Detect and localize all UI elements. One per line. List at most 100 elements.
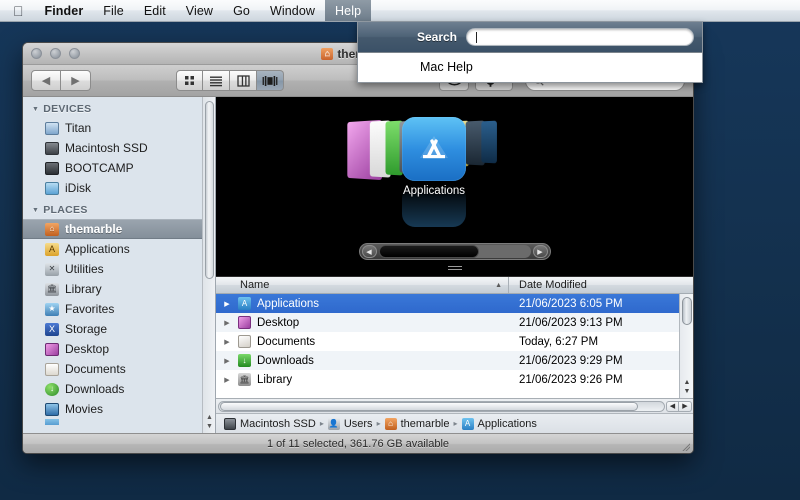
last-card[interactable] xyxy=(481,120,497,164)
help-search-input[interactable] xyxy=(466,28,694,46)
sidebar-scroll-arrows[interactable]: ▲ ▼ xyxy=(204,413,215,431)
column-header-name[interactable]: Name ▲ xyxy=(216,277,509,293)
sidebar-item-downloads[interactable]: ↓ Downloads xyxy=(23,379,215,399)
menu-label: File xyxy=(92,3,123,18)
file-list-header: Name ▲ Date Modified xyxy=(216,277,693,294)
sidebar-item-partial[interactable] xyxy=(23,419,215,425)
sidebar-section-devices-header[interactable]: ▼ DEVICES xyxy=(23,100,215,118)
scroll-up-icon[interactable]: ▲ xyxy=(206,413,213,422)
coverflow-resize-handle[interactable] xyxy=(447,265,462,272)
icon-view-button[interactable] xyxy=(176,70,203,91)
minimize-button[interactable] xyxy=(50,48,61,59)
file-name: Desktop xyxy=(257,316,300,329)
menu-label: Go xyxy=(222,3,250,18)
forward-button[interactable]: ▶ xyxy=(61,70,91,91)
disclosure-triangle-icon[interactable]: ▶ xyxy=(216,376,238,384)
menu-item-edit[interactable]: Edit xyxy=(134,0,176,21)
coverflow-scroller[interactable]: ◀ ▶ xyxy=(358,243,551,260)
table-row[interactable]: ▶ A Applications 21/06/2023 6:05 PM xyxy=(216,294,693,313)
sidebar-item-movies[interactable]: Movies xyxy=(23,399,215,419)
menu-item-file[interactable]: File xyxy=(93,0,134,21)
file-name: Applications xyxy=(257,297,320,310)
menu-label: View xyxy=(175,3,213,18)
sidebar-section-places-header[interactable]: ▼ PLACES xyxy=(23,198,215,219)
column-view-button[interactable] xyxy=(230,70,257,91)
list-view-button[interactable] xyxy=(203,70,230,91)
sidebar-item-desktop[interactable]: Desktop xyxy=(23,339,215,359)
file-name: Documents xyxy=(257,335,316,348)
coverflow-prev-button[interactable]: ◀ xyxy=(361,245,377,258)
menu-bar:  Finder File Edit View Go Window Help xyxy=(0,0,800,22)
horizontal-scrollbar[interactable]: ◀ ▶ xyxy=(216,398,693,413)
sidebar-item-titan[interactable]: Titan xyxy=(23,118,215,138)
desktop-folder-icon xyxy=(238,316,251,329)
disclosure-triangle-icon[interactable]: ▶ xyxy=(216,357,238,365)
file-name: Library xyxy=(257,373,293,386)
file-list-scrollbar-thumb[interactable] xyxy=(682,297,692,325)
back-button[interactable]: ◀ xyxy=(31,70,61,91)
coverflow-stage: Applications xyxy=(216,97,693,245)
coverflow-view-button[interactable] xyxy=(257,70,284,91)
table-row[interactable]: ▶ Documents Today, 6:27 PM xyxy=(216,332,693,351)
table-row[interactable]: ▶ Desktop 21/06/2023 9:13 PM xyxy=(216,313,693,332)
icon-view-icon xyxy=(185,76,194,85)
sidebar-scrollbar-thumb[interactable] xyxy=(205,101,214,279)
sidebar-item-macintosh-ssd[interactable]: Macintosh SSD xyxy=(23,138,215,158)
scroll-up-icon[interactable]: ▲ xyxy=(684,378,691,387)
coverflow-next-button[interactable]: ▶ xyxy=(532,245,548,258)
scroll-left-button[interactable]: ◀ xyxy=(666,400,679,412)
library-folder-icon: 🏛 xyxy=(238,373,251,386)
documents-icon xyxy=(45,362,59,376)
menu-item-window[interactable]: Window xyxy=(260,0,325,21)
horizontal-scroll-track[interactable] xyxy=(218,400,665,412)
column-header-label: Date Modified xyxy=(519,279,587,291)
menu-item-go[interactable]: Go xyxy=(223,0,260,21)
breadcrumb-macintosh-ssd[interactable]: Macintosh SSD xyxy=(224,417,316,430)
apple-logo-icon[interactable]:  xyxy=(0,0,35,21)
menu-item-view[interactable]: View xyxy=(176,0,223,21)
app-store-icon: A xyxy=(461,417,474,430)
sidebar-section-label: DEVICES xyxy=(43,103,92,115)
coverflow-track[interactable] xyxy=(378,245,531,258)
horizontal-scroll-thumb[interactable] xyxy=(220,401,639,411)
sidebar-item-themarble[interactable]: ⌂ themarble xyxy=(23,219,215,239)
disclosure-triangle-icon[interactable]: ▶ xyxy=(216,319,238,327)
help-menu-items: Mac Help xyxy=(358,53,702,82)
sidebar-item-library[interactable]: 🏛 Library xyxy=(23,279,215,299)
table-row[interactable]: ▶ 🏛 Library 21/06/2023 9:26 PM xyxy=(216,370,693,389)
sidebar-item-bootcamp[interactable]: BOOTCAMP xyxy=(23,158,215,178)
app-store-icon[interactable] xyxy=(402,117,466,181)
sidebar-item-idisk[interactable]: iDisk xyxy=(23,178,215,198)
resize-grip-icon[interactable] xyxy=(681,442,690,451)
downloads-folder-icon: ↓ xyxy=(238,354,251,367)
scroll-down-icon[interactable]: ▼ xyxy=(684,387,691,396)
table-row[interactable]: ▶ ↓ Downloads 21/06/2023 9:29 PM xyxy=(216,351,693,370)
breadcrumb-users[interactable]: 👤 Users xyxy=(327,417,373,430)
disclosure-triangle-icon[interactable]: ▶ xyxy=(216,300,238,308)
users-icon: 👤 xyxy=(327,417,340,430)
scroll-down-icon[interactable]: ▼ xyxy=(206,422,213,431)
menu-item-finder[interactable]: Finder xyxy=(35,0,94,21)
zoom-button[interactable] xyxy=(69,48,80,59)
sidebar-item-storage[interactable]: X Storage xyxy=(23,319,215,339)
sidebar-item-label: Library xyxy=(65,282,102,296)
help-menu-item-mac-help[interactable]: Mac Help xyxy=(358,57,702,76)
file-list-scrollbar[interactable]: ▲ ▼ xyxy=(679,294,693,398)
breadcrumb-applications[interactable]: A Applications xyxy=(461,417,537,430)
sidebar-item-applications[interactable]: A Applications xyxy=(23,239,215,259)
disclosure-triangle-icon[interactable]: ▶ xyxy=(216,338,238,346)
sidebar-scrollbar[interactable]: ▲ ▼ xyxy=(202,97,215,433)
scroll-right-button[interactable]: ▶ xyxy=(679,400,692,412)
coverflow-thumb[interactable] xyxy=(378,245,479,258)
sidebar-item-favorites[interactable]: ★ Favorites xyxy=(23,299,215,319)
menu-item-help[interactable]: Help xyxy=(325,0,372,21)
column-header-date-modified[interactable]: Date Modified xyxy=(509,277,693,293)
breadcrumb-themarble[interactable]: ⌂ themarble xyxy=(384,417,450,430)
disclosure-triangle-icon: ▼ xyxy=(32,105,40,113)
sidebar-item-label: Downloads xyxy=(65,382,125,396)
sidebar-item-utilities[interactable]: ✕ Utilities xyxy=(23,259,215,279)
sidebar-item-documents[interactable]: Documents xyxy=(23,359,215,379)
coverflow-view[interactable]: Applications ◀ ▶ xyxy=(216,97,693,277)
file-list-scroll-arrows[interactable]: ▲ ▼ xyxy=(682,378,692,396)
close-button[interactable] xyxy=(31,48,42,59)
